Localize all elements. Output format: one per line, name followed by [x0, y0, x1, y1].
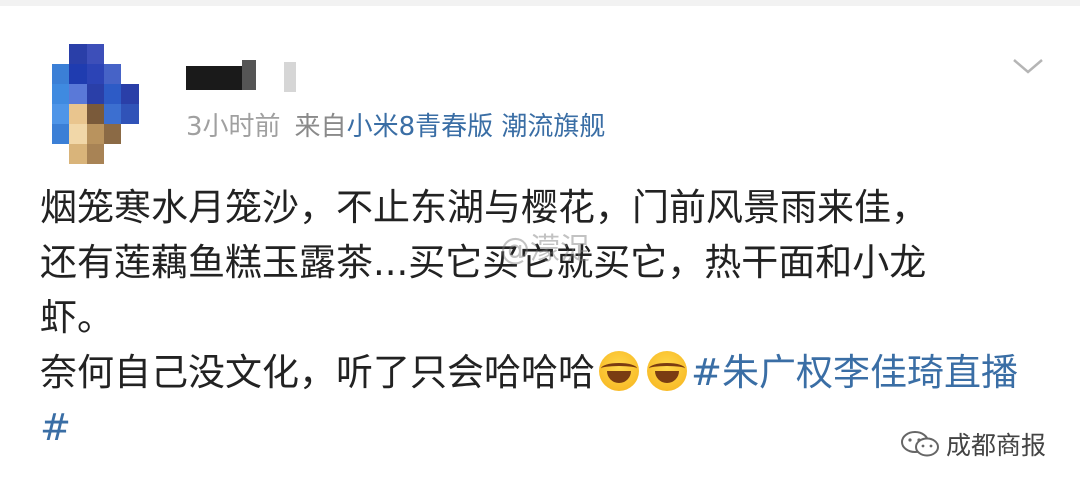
post-line-4: 奈何自己没文化，听了只会哈哈哈 #朱广权李佳琦直播#: [40, 345, 1045, 455]
post-line-4-text: 奈何自己没文化，听了只会哈哈哈: [40, 351, 595, 394]
post-meta: 3小时前 来自小米8青春版 潮流旗舰: [186, 110, 605, 144]
top-divider: [0, 0, 1080, 6]
post-time: 3小时前: [186, 112, 281, 142]
device-link[interactable]: 小米8青春版 潮流旗舰: [347, 112, 606, 142]
wechat-icon: [901, 431, 939, 457]
avatar[interactable]: [52, 44, 156, 164]
chevron-down-icon[interactable]: [1012, 54, 1044, 78]
laugh-cry-emoji-icon: [599, 351, 639, 391]
post-line-3: 虾。: [40, 296, 114, 339]
source-watermark: 成都商报: [900, 426, 1046, 462]
username-blurred[interactable]: [186, 60, 316, 94]
source-name: 成都商报: [946, 431, 1047, 460]
post-content: 烟笼寒水月笼沙，不止东湖与樱花，门前风景雨来佳， 还有莲藕鱼糕玉露茶...买它买…: [40, 180, 1045, 455]
weibo-watermark: @濛浞: [500, 232, 590, 267]
laugh-cry-emoji-icon: [647, 351, 687, 391]
source-label: 来自: [294, 112, 347, 142]
